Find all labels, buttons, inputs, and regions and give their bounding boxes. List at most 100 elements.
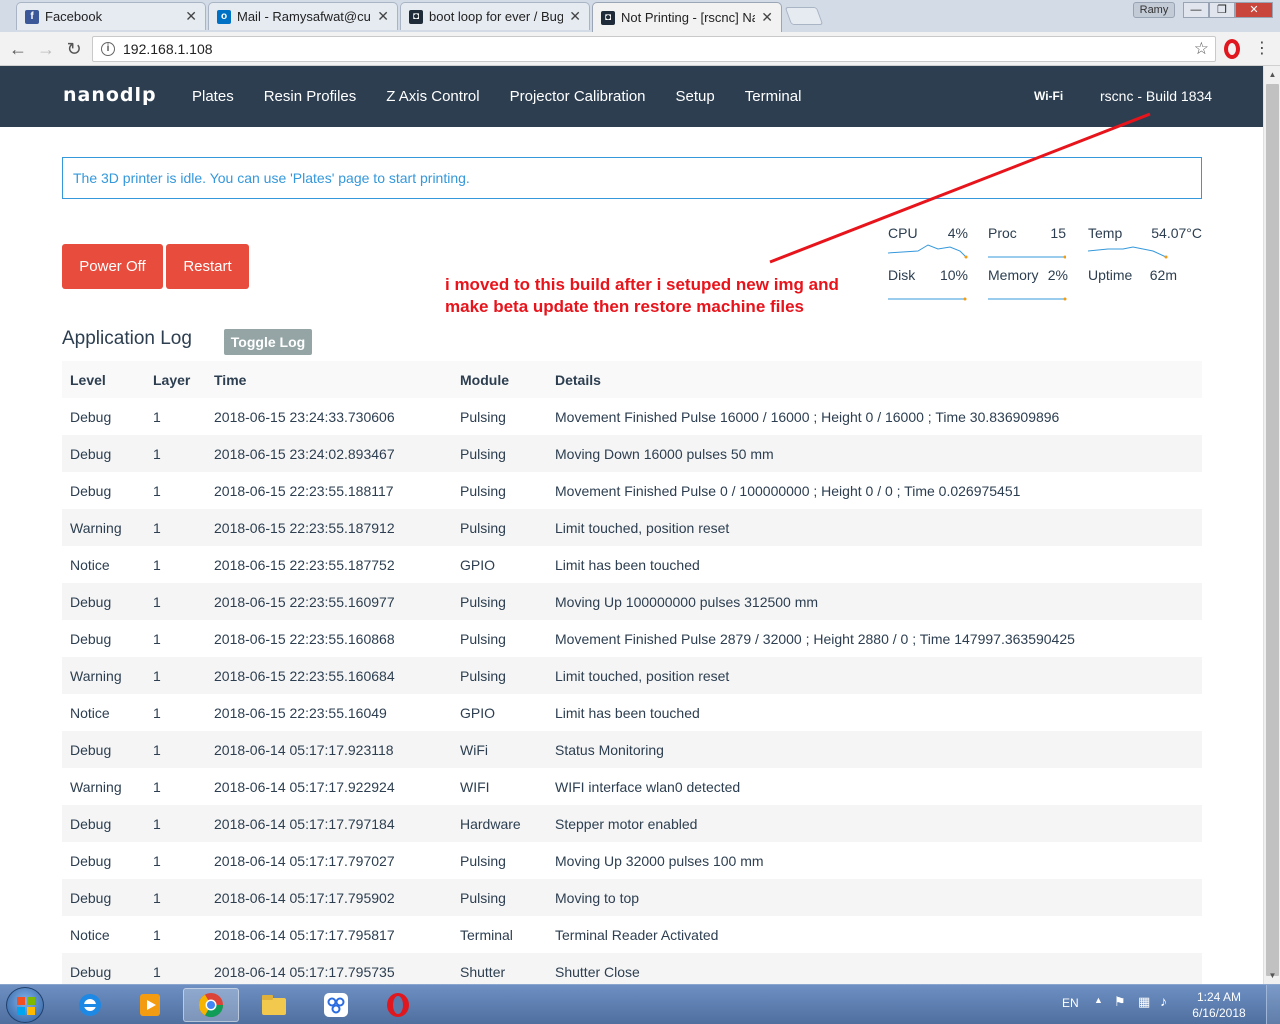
log-module: GPIO xyxy=(460,556,496,573)
reload-icon[interactable]: ↻ xyxy=(62,37,86,61)
log-time: 2018-06-14 05:17:17.922924 xyxy=(214,778,395,795)
nanodlp-favicon-icon: ◘ xyxy=(409,9,423,24)
close-icon[interactable]: ✕ xyxy=(185,8,197,25)
close-icon[interactable]: ✕ xyxy=(377,8,389,25)
nav-plates[interactable]: Plates xyxy=(192,66,234,127)
nav-terminal[interactable]: Terminal xyxy=(745,66,802,127)
stat-value: 62m xyxy=(1149,267,1177,283)
taskbar-media-player[interactable] xyxy=(122,988,178,1022)
restore-button[interactable]: ❐ xyxy=(1209,2,1235,18)
log-level: Warning xyxy=(62,657,145,694)
cpu-sparkline xyxy=(888,244,968,259)
log-time: 2018-06-15 22:23:55.16049 xyxy=(214,704,387,721)
clock-date: 6/16/2018 xyxy=(1192,1006,1246,1020)
tab-mail[interactable]: o Mail - Ramysafwat@cu.ed ✕ xyxy=(208,2,398,30)
brand-logo[interactable]: nanodlp xyxy=(63,84,157,106)
log-details: Moving to top xyxy=(547,879,1202,916)
log-details: Stepper motor enabled xyxy=(547,805,1202,842)
taskbar-internet-explorer[interactable] xyxy=(62,988,118,1022)
log-row: Debug 1 2018-06-15 22:23:55.188117 Pulsing M… xyxy=(62,472,1202,509)
nav-setup[interactable]: Setup xyxy=(676,66,715,127)
language-indicator[interactable]: EN xyxy=(1062,996,1079,1010)
log-layer: 1 xyxy=(153,482,161,499)
log-time: 2018-06-15 23:24:33.730606 xyxy=(214,408,395,425)
nanodlp-favicon-icon: ◘ xyxy=(601,10,615,25)
power-off-button[interactable]: Power Off xyxy=(62,244,163,289)
opera-extension-icon[interactable] xyxy=(1224,39,1240,59)
start-button[interactable] xyxy=(6,987,44,1023)
app-navbar: nanodlp Plates Resin Profiles Z Axis Con… xyxy=(0,66,1263,127)
taskbar-baidu[interactable] xyxy=(308,988,364,1022)
bookmark-star-icon[interactable]: ☆ xyxy=(1194,39,1209,59)
back-arrow-icon[interactable]: ← xyxy=(6,37,30,61)
show-desktop-button[interactable] xyxy=(1266,985,1280,1024)
log-module: WiFi xyxy=(452,731,547,768)
forward-arrow-icon[interactable]: → xyxy=(34,37,58,61)
log-time: 2018-06-14 05:17:17.797184 xyxy=(206,805,452,842)
log-module: Pulsing xyxy=(460,630,506,647)
toggle-log-button[interactable]: Toggle Log xyxy=(224,329,312,355)
log-module: GPIO xyxy=(460,704,496,721)
tab-boot-loop[interactable]: ◘ boot loop for ever / Bug ✕ xyxy=(400,2,590,30)
log-module: Pulsing xyxy=(460,852,506,869)
nav-build-info[interactable]: rscnc - Build 1834 xyxy=(1100,66,1212,127)
log-time: 2018-06-15 22:23:55.160977 xyxy=(206,583,452,620)
log-header-row: Level Layer Time Module Details xyxy=(62,361,1202,398)
log-module: Terminal xyxy=(460,926,513,943)
log-layer: 1 xyxy=(145,657,206,694)
tab-title: Facebook xyxy=(45,9,103,24)
scroll-up-icon[interactable]: ▲ xyxy=(1264,66,1280,83)
nav-links: Plates Resin Profiles Z Axis Control Pro… xyxy=(192,66,831,127)
log-row: Debug 1 2018-06-15 22:23:55.160868 Pulsing M… xyxy=(62,620,1202,657)
page-scrollbar[interactable]: ▲ ▼ xyxy=(1263,66,1280,984)
log-layer: 1 xyxy=(145,879,206,916)
new-tab-button[interactable] xyxy=(784,7,824,25)
tab-facebook[interactable]: f Facebook ✕ xyxy=(16,2,206,30)
url-text[interactable]: 192.168.1.108 xyxy=(123,41,1194,57)
proc-sparkline xyxy=(988,255,1066,259)
address-bar[interactable]: i 192.168.1.108 ☆ xyxy=(92,36,1216,62)
restart-button[interactable]: Restart xyxy=(166,244,249,289)
tab-not-printing[interactable]: ◘ Not Printing - [rscnc] Nan ✕ xyxy=(592,2,782,32)
nav-resin-profiles[interactable]: Resin Profiles xyxy=(264,66,357,127)
log-time: 2018-06-14 05:17:17.795902 xyxy=(206,879,452,916)
scroll-down-icon[interactable]: ▼ xyxy=(1264,967,1280,984)
profile-button[interactable]: Ramy xyxy=(1133,2,1175,18)
log-time: 2018-06-14 05:17:17.795817 xyxy=(214,926,395,943)
close-window-button[interactable]: ✕ xyxy=(1235,2,1273,18)
minimize-button[interactable]: — xyxy=(1183,2,1209,18)
log-details: Moving Up 100000000 pulses 312500 mm xyxy=(547,583,1202,620)
taskbar-file-explorer[interactable] xyxy=(246,988,302,1022)
scrollbar-thumb[interactable] xyxy=(1266,84,1279,976)
log-module: Pulsing xyxy=(452,509,547,546)
log-level: Debug xyxy=(62,435,145,472)
log-layer: 1 xyxy=(145,731,206,768)
log-layer: 1 xyxy=(153,778,161,795)
log-layer: 1 xyxy=(153,704,161,721)
disk-sparkline xyxy=(888,297,967,301)
tray-expand-icon[interactable]: ▲ xyxy=(1094,995,1103,1005)
system-clock[interactable]: 1:24 AM 6/16/2018 xyxy=(1183,989,1255,1021)
info-icon[interactable]: i xyxy=(101,42,115,56)
nav-z-axis-control[interactable]: Z Axis Control xyxy=(386,66,479,127)
media-player-icon xyxy=(140,994,160,1016)
log-level: Debug xyxy=(62,879,145,916)
taskbar-chrome[interactable] xyxy=(183,988,239,1022)
taskbar-opera[interactable] xyxy=(370,988,426,1022)
log-time: 2018-06-15 22:23:55.160684 xyxy=(206,657,452,694)
menu-icon[interactable]: ⋮ xyxy=(1254,40,1270,58)
log-layer: 1 xyxy=(145,583,206,620)
network-icon[interactable]: ▦ xyxy=(1138,994,1150,1010)
log-level: Debug xyxy=(70,852,112,869)
browser-toolbar: ← → ↻ i 192.168.1.108 ☆ ⋮ xyxy=(0,32,1280,66)
log-details: Movement Finished Pulse 2879 / 32000 ; H… xyxy=(555,630,1075,647)
log-row: Warning 1 2018-06-15 22:23:55.160684 Pulsin… xyxy=(62,657,1202,694)
action-center-icon[interactable]: ⚑ xyxy=(1114,994,1126,1010)
log-level: Warning xyxy=(62,509,145,546)
close-icon[interactable]: ✕ xyxy=(761,9,773,26)
close-icon[interactable]: ✕ xyxy=(569,8,581,25)
nav-projector-calibration[interactable]: Projector Calibration xyxy=(510,66,646,127)
nav-wifi[interactable]: Wi-Fi xyxy=(1034,66,1063,127)
log-time: 2018-06-14 05:17:17.797027 xyxy=(214,852,395,869)
volume-icon[interactable]: ♪ xyxy=(1160,993,1167,1009)
